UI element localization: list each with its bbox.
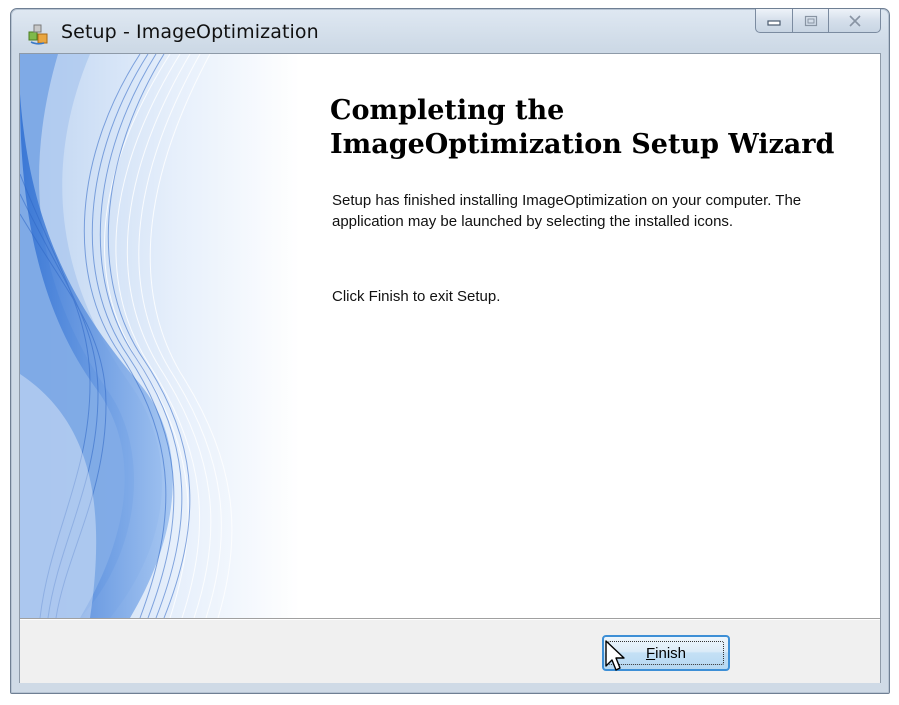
- wizard-page: Completing the ImageOptimization Setup W…: [20, 54, 880, 619]
- wizard-side-image: [20, 54, 300, 618]
- finish-button-label: Finish: [646, 645, 686, 662]
- finish-accelerator: F: [645, 644, 656, 662]
- finished-message: Setup has finished installing ImageOptim…: [332, 192, 802, 230]
- wizard-button-bar: Finish: [20, 619, 880, 683]
- setup-window: Setup - ImageOptimization Completing the…: [10, 8, 890, 694]
- wizard-heading: Completing the ImageOptimization Setup W…: [330, 94, 870, 162]
- maximize-icon: [804, 15, 817, 26]
- exit-instruction: Click Finish to exit Setup.: [332, 288, 501, 305]
- minimize-icon: [767, 19, 781, 26]
- heading-line-2: ImageOptimization Setup Wizard: [330, 129, 835, 160]
- maximize-button[interactable]: [793, 9, 829, 33]
- window-title: Setup - ImageOptimization: [61, 21, 319, 43]
- setup-wizard-icon: [28, 24, 48, 45]
- heading-line-1: Completing the: [330, 95, 565, 126]
- mouse-pointer-icon: [605, 640, 625, 671]
- close-icon: [848, 14, 861, 27]
- minimize-button[interactable]: [755, 9, 793, 33]
- caption-buttons: [755, 9, 881, 35]
- finish-label-rest: inish: [655, 644, 687, 662]
- close-button[interactable]: [829, 9, 881, 33]
- wizard-client-area: Completing the ImageOptimization Setup W…: [19, 53, 881, 683]
- title-bar[interactable]: Setup - ImageOptimization: [11, 9, 889, 53]
